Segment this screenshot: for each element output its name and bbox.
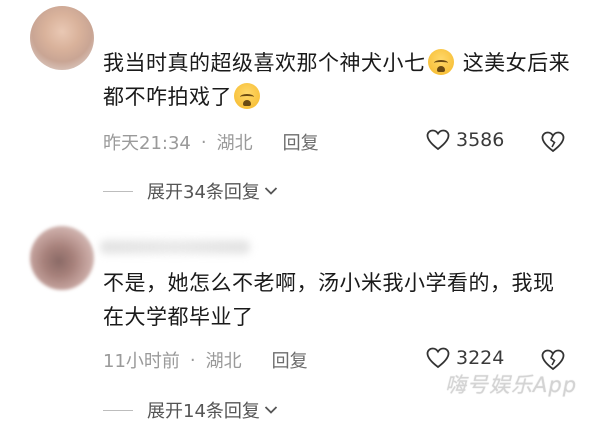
location: 湖北 (216, 133, 253, 154)
expand-replies-label: 展开34条回复 (147, 182, 260, 203)
avatar[interactable] (30, 226, 94, 290)
expand-replies-label: 展开14条回复 (147, 401, 260, 422)
expand-replies-button[interactable]: 展开34条回复 (103, 178, 278, 204)
username-blurred[interactable] (100, 240, 250, 254)
location: 湖北 (205, 351, 242, 372)
heart-icon (426, 129, 450, 151)
dislike-button[interactable] (541, 131, 565, 157)
comment-text-part: 我当时真的超级喜欢那个神犬小七 (103, 51, 426, 75)
like-count: 3224 (456, 347, 505, 369)
comment-meta: 11小时前 · 湖北 回复 (103, 347, 308, 373)
broken-heart-icon (541, 349, 565, 371)
separator: · (200, 131, 207, 153)
like-button[interactable]: 3586 (426, 129, 504, 151)
comment-meta: 昨天21:34 · 湖北 回复 (103, 129, 319, 155)
reply-button[interactable]: 回复 (272, 347, 308, 373)
comment-text: 我当时真的超级喜欢那个神犬小七 这美女后来都不咋拍戏了 (103, 46, 573, 114)
divider (103, 409, 133, 411)
heart-icon (426, 347, 450, 369)
expand-replies-button[interactable]: 展开14条回复 (103, 397, 278, 423)
watermark: 嗨号娱乐App (445, 373, 578, 397)
chevron-down-icon (264, 187, 278, 195)
crying-face-icon (234, 83, 260, 109)
separator: · (189, 349, 196, 371)
crying-face-icon (427, 49, 454, 75)
timestamp: 11小时前 (103, 351, 180, 372)
timestamp: 昨天21:34 (103, 133, 191, 154)
avatar[interactable] (30, 6, 94, 70)
divider (103, 190, 133, 192)
comment-item: 我当时真的超级喜欢那个神犬小七 这美女后来都不咋拍戏了 昨天21:34 · 湖北… (0, 0, 600, 214)
comment-text: 不是，她怎么不老啊，汤小米我小学看的，我现在大学都毕业了 (103, 271, 555, 329)
broken-heart-icon (541, 131, 565, 153)
reply-button[interactable]: 回复 (283, 129, 319, 155)
like-button[interactable]: 3224 (426, 347, 504, 369)
like-count: 3586 (456, 129, 505, 151)
chevron-down-icon (264, 406, 278, 414)
